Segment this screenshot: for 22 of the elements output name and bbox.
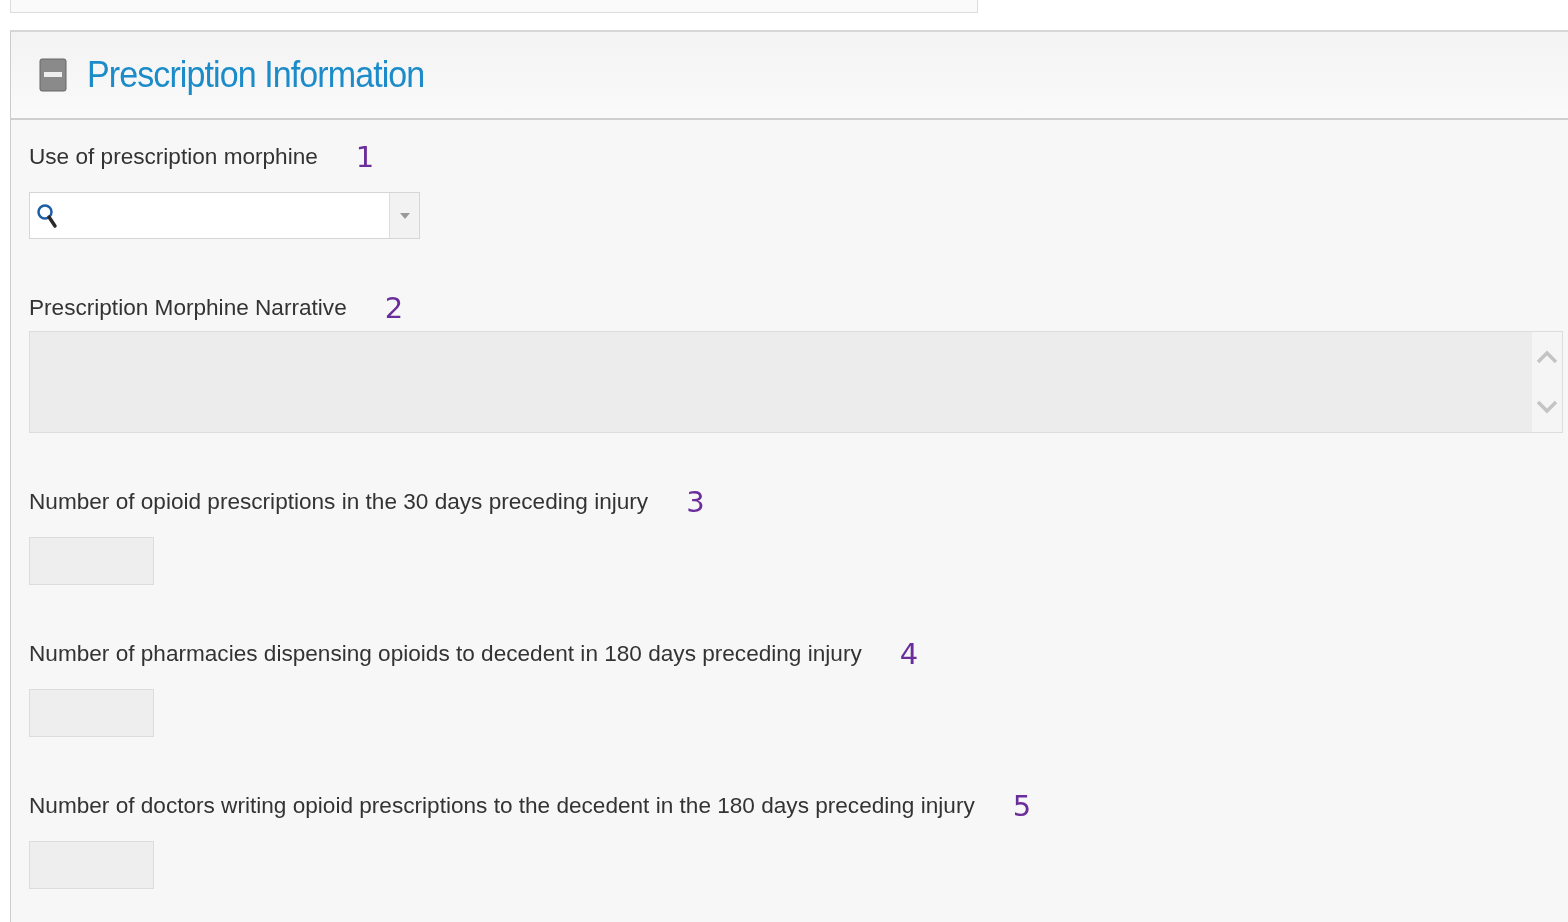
scroll-up-icon[interactable] (1536, 350, 1558, 364)
number-input[interactable] (29, 689, 154, 737)
field-label: Use of prescription morphine (29, 144, 318, 170)
field-number: 3 (686, 485, 705, 519)
section-title: Prescription Information (87, 54, 425, 96)
field-label: Number of doctors writing opioid prescriptions to the decedent in the 180 days preceding injury (29, 793, 975, 819)
field-number: 4 (899, 637, 919, 671)
search-icon (36, 202, 58, 229)
narrative-textarea[interactable] (29, 331, 1563, 433)
field-label: Number of opioid prescriptions in the 30 days preceding injury (29, 489, 649, 515)
scroll-down-icon[interactable] (1536, 400, 1558, 414)
field-number: 1 (355, 140, 375, 174)
field-label: Prescription Morphine Narrative (29, 295, 347, 321)
field-number: 2 (384, 291, 404, 325)
search-dropdown[interactable] (29, 192, 420, 239)
caret-icon (399, 212, 410, 219)
collapse-icon[interactable] (39, 58, 67, 92)
dropdown-button[interactable] (389, 193, 419, 238)
field-label: Number of pharmacies dispensing opioids to decedent in 180 days preceding injury (29, 641, 862, 667)
number-input[interactable] (29, 537, 154, 585)
number-input[interactable] (29, 841, 154, 889)
field-number: 5 (1012, 789, 1032, 823)
